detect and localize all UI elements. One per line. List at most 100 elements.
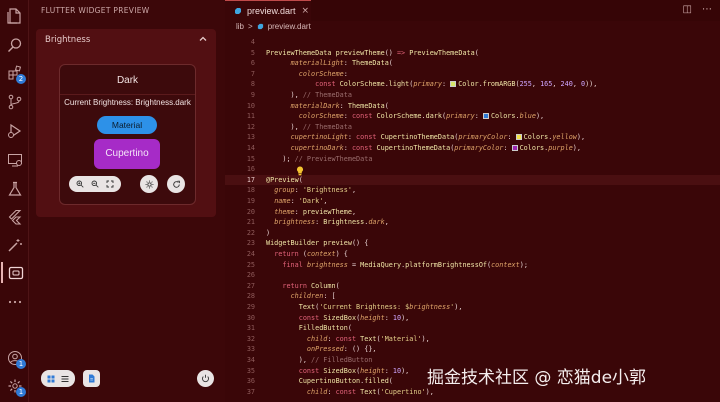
code-line[interactable]: name: 'Dark', <box>266 197 327 205</box>
list-view-icon[interactable] <box>61 375 69 383</box>
code-line[interactable]: onPressed: () {}, <box>266 345 377 353</box>
code-line[interactable]: materialDark: ThemeData( <box>266 102 389 110</box>
line-number: 8 <box>250 80 255 89</box>
tab-label: preview.dart <box>247 6 296 16</box>
line-number: 10 <box>246 101 255 110</box>
line-number: 14 <box>246 144 255 152</box>
code-line[interactable]: CupertinoButton.filled( <box>266 377 393 385</box>
activity-bar: 2 1 1 <box>0 0 29 402</box>
code-line[interactable]: return Column( <box>266 282 339 290</box>
code-line[interactable]: colorScheme: const ColorScheme.dark(prim… <box>266 112 544 120</box>
more-actions-icon[interactable]: ⋯ <box>702 4 712 15</box>
line-number: 37 <box>246 387 255 396</box>
document-icon <box>89 374 95 383</box>
code-line[interactable]: PreviewThemeData previewTheme() => Previ… <box>266 49 479 57</box>
run-debug-icon[interactable] <box>4 120 25 141</box>
code-line[interactable]: cupertinoLight: const CupertinoThemeData… <box>266 133 586 141</box>
flutter-icon[interactable] <box>4 206 25 227</box>
line-number: 7 <box>250 69 255 78</box>
code-line[interactable]: ) <box>266 229 270 237</box>
line-number: 19 <box>246 197 255 205</box>
split-editor-icon[interactable]: ◫ <box>683 4 692 15</box>
material-button[interactable]: Material <box>97 116 157 134</box>
line-number: 9 <box>250 91 255 99</box>
line-number: 6 <box>250 59 255 68</box>
testing-icon[interactable] <box>4 178 25 199</box>
line-number: 16 <box>246 165 255 174</box>
section-label[interactable]: Brightness <box>45 35 90 45</box>
code-line[interactable]: materialLight: ThemeData( <box>266 59 393 67</box>
code-line[interactable]: const SizedBox(height: 10), <box>266 314 410 322</box>
card-divider <box>60 94 195 95</box>
code-line[interactable]: final brightness = MediaQuery.platformBr… <box>266 261 528 269</box>
zoom-controls <box>69 176 121 192</box>
remote-explorer-icon[interactable] <box>4 149 25 170</box>
search-icon[interactable] <box>4 34 25 55</box>
line-number: 27 <box>246 281 255 290</box>
code-line[interactable]: FilledButton( <box>266 324 352 332</box>
code-line[interactable]: ), // ThemeData <box>266 123 352 131</box>
flutter-preview-icon[interactable] <box>1 262 28 283</box>
more-icon[interactable] <box>4 291 25 312</box>
chevron-up-icon[interactable] <box>197 33 209 45</box>
code-line[interactable]: group: 'Brightness', <box>266 186 356 194</box>
restart-button[interactable] <box>167 175 185 193</box>
files-icon[interactable] <box>4 5 25 26</box>
code-line[interactable]: const SizedBox(height: 10), <box>266 367 410 375</box>
line-number: 36 <box>246 377 255 386</box>
zoom-out-icon[interactable] <box>91 180 99 188</box>
cupertino-button[interactable]: Cupertino <box>94 139 160 169</box>
tab-preview-dart[interactable]: preview.dart × <box>225 0 311 21</box>
line-number: 30 <box>246 313 255 322</box>
restart-app-button[interactable] <box>197 370 214 387</box>
sun-icon <box>145 180 153 188</box>
code-line[interactable]: const ColorScheme.light(primary: Color.f… <box>266 80 597 88</box>
zoom-in-icon[interactable] <box>76 180 84 188</box>
breadcrumb: lib > preview.dart <box>236 22 311 31</box>
line-number: 25 <box>246 260 255 269</box>
code-line[interactable]: colorScheme: <box>266 70 348 78</box>
line-number: 29 <box>246 303 255 311</box>
extensions-icon[interactable]: 2 <box>4 62 26 84</box>
line-number: 21 <box>246 218 255 227</box>
line-number: 15 <box>246 154 255 163</box>
line-number: 24 <box>246 250 255 258</box>
code-line[interactable]: ), // ThemeData <box>266 91 352 99</box>
line-number: 32 <box>246 334 255 343</box>
lightbulb-icon[interactable] <box>296 166 304 176</box>
fit-screen-icon[interactable] <box>106 180 114 188</box>
panel-title: FLUTTER WIDGET PREVIEW <box>41 6 150 15</box>
code-line[interactable]: return (context) { <box>266 250 348 258</box>
document-button[interactable] <box>83 370 100 387</box>
code-line[interactable]: theme: previewTheme, <box>266 208 356 216</box>
code-line[interactable]: @Preview( <box>266 176 303 184</box>
breadcrumb-file[interactable]: preview.dart <box>268 22 311 31</box>
line-number: 28 <box>246 292 255 301</box>
source-control-icon[interactable] <box>4 91 25 112</box>
account-icon[interactable]: 1 <box>4 347 26 369</box>
code-line[interactable]: ); // PreviewThemeData <box>266 155 372 163</box>
card-title: Dark <box>116 75 139 86</box>
code-line[interactable]: child: const Text('Material'), <box>266 335 430 343</box>
code-line[interactable]: brightness: Brightness.dark, <box>266 218 389 226</box>
grid-view-icon[interactable] <box>47 375 55 383</box>
preview-card: Dark Current Brightness: Brightness.dark… <box>59 64 196 205</box>
code-line[interactable]: children: [ <box>266 292 336 300</box>
code-line[interactable]: ), // FilledButton <box>266 356 373 364</box>
code-editor: preview.dart × ◫ ⋯ lib > preview.dart 4 5… <box>225 0 720 402</box>
line-number: 34 <box>246 356 255 364</box>
settings-badge: 1 <box>16 387 26 397</box>
brightness-toggle-button[interactable] <box>140 175 158 193</box>
close-icon[interactable]: × <box>302 6 310 16</box>
settings-gear-icon[interactable]: 1 <box>4 375 26 397</box>
breadcrumb-folder[interactable]: lib <box>236 22 244 31</box>
breadcrumb-separator: > <box>248 22 253 31</box>
extensions-badge: 2 <box>16 74 26 84</box>
wand-icon[interactable] <box>4 234 25 255</box>
code-line[interactable]: Text('Current Brightness: $brightness'), <box>266 303 463 311</box>
code-line[interactable]: cupertinoDark: const CupertinoThemeData(… <box>266 144 581 152</box>
code-line[interactable]: WidgetBuilder preview() { <box>266 239 368 247</box>
brightness-section: Brightness Dark Current Brightness: Brig… <box>36 29 216 217</box>
code-line[interactable]: child: const Text('Cupertino'), <box>266 388 434 396</box>
watermark: 掘金技术社区 @ 恋猫de小郭 <box>427 368 647 388</box>
